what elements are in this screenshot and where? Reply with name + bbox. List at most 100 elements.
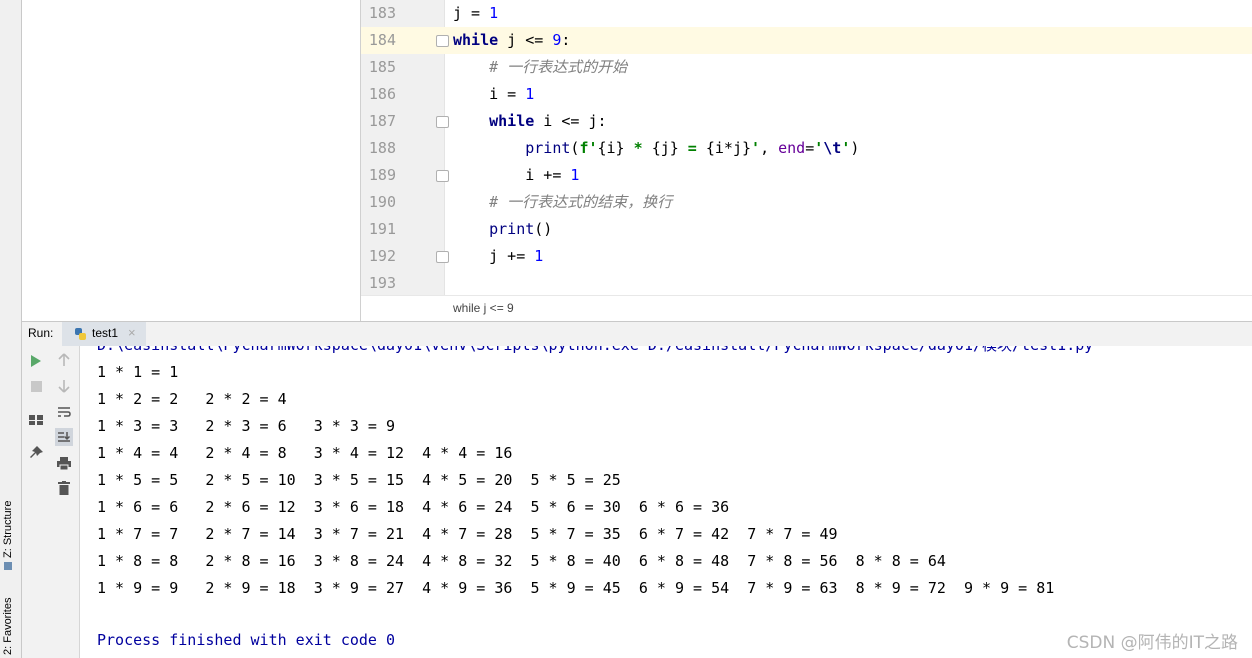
code-token: () bbox=[534, 220, 553, 238]
code-token: end bbox=[778, 139, 806, 157]
code-token: , bbox=[760, 139, 779, 157]
code-line[interactable]: 186 i = 1 bbox=[361, 81, 1252, 108]
arrow-down-icon[interactable] bbox=[55, 377, 73, 395]
breadcrumb[interactable]: while j <= 9 bbox=[453, 301, 514, 315]
code-token: while bbox=[489, 112, 535, 130]
project-pane bbox=[22, 0, 361, 321]
code-line[interactable]: 185 # 一行表达式的开始 bbox=[361, 54, 1252, 81]
code-token: 1 bbox=[489, 4, 499, 22]
code-token: : bbox=[561, 31, 571, 49]
console-output-line: 1 * 1 = 1 bbox=[97, 363, 206, 381]
soft-wrap-icon[interactable] bbox=[55, 403, 73, 421]
line-number: 185 bbox=[368, 58, 396, 76]
run-tool-header: Run: test1 × bbox=[22, 321, 1252, 347]
breadcrumb-bar: while j <= 9 bbox=[361, 295, 1252, 322]
console-output-line: 1 * 5 = 5 2 * 5 = 10 3 * 5 = 15 4 * 5 = … bbox=[97, 471, 639, 489]
code-token: ' bbox=[751, 139, 761, 157]
console-output-line: 1 * 8 = 8 2 * 8 = 16 3 * 8 = 24 4 * 8 = … bbox=[97, 552, 964, 570]
stop-icon[interactable] bbox=[27, 377, 45, 395]
code-token: \t bbox=[823, 139, 842, 157]
fold-marker-icon[interactable] bbox=[436, 251, 449, 263]
code-text: while i <= j: bbox=[453, 108, 607, 135]
favorites-tab[interactable]: 2: Favorites bbox=[2, 598, 14, 655]
code-token: {i*j} bbox=[705, 139, 752, 157]
code-text: print() bbox=[453, 216, 552, 243]
code-token: 1 bbox=[534, 247, 544, 265]
close-icon[interactable]: × bbox=[128, 325, 136, 340]
console-output-line: 1 * 6 = 6 2 * 6 = 12 3 * 6 = 18 4 * 6 = … bbox=[97, 498, 748, 516]
run-toolbar-secondary bbox=[50, 346, 80, 658]
run-tab-label: test1 bbox=[92, 326, 119, 340]
console-output-line: 1 * 4 = 4 2 * 4 = 8 3 * 4 = 12 4 * 4 = 1… bbox=[97, 444, 531, 462]
structure-tab-label: Z: Structure bbox=[2, 500, 14, 558]
code-token: {j} bbox=[651, 139, 679, 157]
code-text: while j <= 9: bbox=[453, 27, 570, 54]
code-line[interactable]: 189 i += 1 bbox=[361, 162, 1252, 189]
code-token: = bbox=[805, 139, 815, 157]
fold-marker-icon[interactable] bbox=[436, 116, 449, 128]
code-text: i += 1 bbox=[453, 162, 579, 189]
pin-icon[interactable] bbox=[27, 443, 45, 461]
code-token: i = bbox=[453, 85, 526, 103]
code-line[interactable]: 191 print() bbox=[361, 216, 1252, 243]
print-icon[interactable] bbox=[55, 454, 73, 472]
code-text: # 一行表达式的开始 bbox=[453, 54, 627, 81]
line-number: 191 bbox=[368, 220, 396, 238]
code-token: f' bbox=[579, 139, 598, 157]
code-line[interactable]: 193 bbox=[361, 270, 1252, 297]
scroll-to-end-icon[interactable] bbox=[55, 428, 73, 446]
line-number: 187 bbox=[368, 112, 396, 130]
console-output-line: 1 * 2 = 2 2 * 2 = 4 bbox=[97, 390, 314, 408]
fold-marker-icon[interactable] bbox=[436, 35, 449, 47]
console-output-line: 1 * 3 = 3 2 * 3 = 6 3 * 3 = 9 bbox=[97, 417, 423, 435]
watermark: CSDN @阿伟的IT之路 bbox=[1066, 633, 1238, 653]
structure-tab[interactable]: Z: Structure bbox=[2, 501, 14, 570]
line-number: 189 bbox=[368, 166, 396, 184]
code-token: j += bbox=[453, 247, 535, 265]
code-text: print(f'{i} * {j} = {i*j}', end='\t') bbox=[453, 135, 859, 162]
python-icon bbox=[75, 328, 86, 340]
line-number: 188 bbox=[368, 139, 396, 157]
run-tab-test1[interactable]: test1 × bbox=[62, 322, 146, 346]
console-output-line: 1 * 7 = 7 2 * 7 = 14 3 * 7 = 21 4 * 7 = … bbox=[97, 525, 856, 543]
code-editor[interactable]: 183 j = 1 184 while j <= 9: 185 # 一行表达式的开始 18… bbox=[361, 0, 1252, 322]
code-line[interactable]: 187 while i <= j: bbox=[361, 108, 1252, 135]
code-text: i = 1 bbox=[453, 81, 534, 108]
code-token: 1 bbox=[525, 85, 535, 103]
code-token: i <= j: bbox=[534, 112, 607, 130]
code-line[interactable]: 188 print(f'{i} * {j} = {i*j}', end='\t'… bbox=[361, 135, 1252, 162]
structure-icon bbox=[4, 562, 13, 570]
run-label: Run: bbox=[28, 326, 54, 340]
code-text: # 一行表达式的结束，换行 bbox=[453, 189, 672, 216]
code-token: print bbox=[489, 220, 535, 238]
arrow-up-icon[interactable] bbox=[55, 351, 73, 369]
line-number: 183 bbox=[368, 4, 396, 22]
code-text: j += 1 bbox=[453, 243, 543, 270]
console-command-line: D:\easinstall\PycharmWorkspace\day01\ven… bbox=[97, 346, 1093, 359]
code-token: 1 bbox=[570, 166, 580, 184]
layout-icon[interactable] bbox=[27, 411, 45, 429]
console-exit-line: Process finished with exit code 0 bbox=[97, 631, 396, 649]
run-icon[interactable] bbox=[27, 352, 45, 370]
trash-icon[interactable] bbox=[55, 479, 73, 497]
code-line[interactable]: 184 while j <= 9: bbox=[361, 27, 1252, 54]
run-console[interactable]: D:\easinstall\PycharmWorkspace\day01\ven… bbox=[80, 346, 1252, 658]
code-token: # 一行表达式的结束，换行 bbox=[489, 193, 673, 211]
code-line[interactable]: 192 j += 1 bbox=[361, 243, 1252, 270]
run-toolbar-primary bbox=[22, 346, 50, 658]
line-number: 193 bbox=[368, 274, 396, 292]
line-number: 192 bbox=[368, 247, 396, 265]
line-number: 186 bbox=[368, 85, 396, 103]
fold-marker-icon[interactable] bbox=[436, 170, 449, 182]
code-line[interactable]: 183 j = 1 bbox=[361, 0, 1252, 27]
code-token: = bbox=[678, 139, 706, 157]
code-line[interactable]: 190 # 一行表达式的结束，换行 bbox=[361, 189, 1252, 216]
code-token: while bbox=[453, 31, 499, 49]
code-token: j = bbox=[453, 4, 490, 22]
code-token: j <= bbox=[498, 31, 553, 49]
